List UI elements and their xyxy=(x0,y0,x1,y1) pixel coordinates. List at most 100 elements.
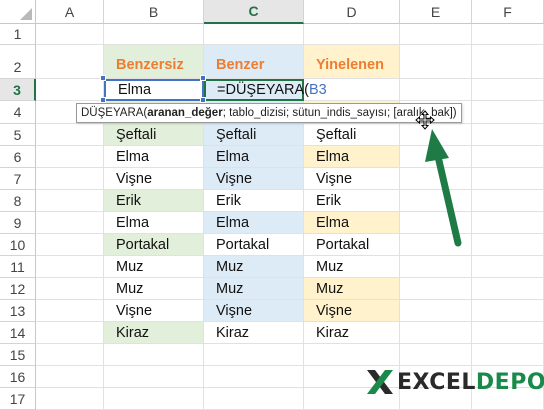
cell-b9[interactable]: Elma xyxy=(104,212,204,234)
row-header-12[interactable]: 12 xyxy=(0,278,36,300)
empty-cell[interactable] xyxy=(472,256,544,278)
empty-cell[interactable] xyxy=(36,344,104,366)
cell-c10[interactable]: Portakal xyxy=(204,234,304,256)
empty-cell[interactable] xyxy=(472,146,544,168)
empty-cell[interactable] xyxy=(204,24,304,45)
empty-cell[interactable] xyxy=(400,344,472,366)
empty-cell[interactable] xyxy=(36,212,104,234)
row-header-2[interactable]: 2 xyxy=(0,45,36,79)
empty-cell[interactable] xyxy=(400,79,472,101)
empty-cell[interactable] xyxy=(104,24,204,45)
empty-cell[interactable] xyxy=(204,366,304,388)
empty-cell[interactable] xyxy=(472,168,544,190)
cell-c9[interactable]: Elma xyxy=(204,212,304,234)
empty-cell[interactable] xyxy=(36,322,104,344)
empty-cell[interactable] xyxy=(36,168,104,190)
row-header-6[interactable]: 6 xyxy=(0,146,36,168)
empty-cell[interactable] xyxy=(36,24,104,45)
empty-cell[interactable] xyxy=(472,79,544,101)
cell-b10[interactable]: Portakal xyxy=(104,234,204,256)
empty-cell[interactable] xyxy=(204,344,304,366)
empty-cell[interactable] xyxy=(472,322,544,344)
empty-cell[interactable] xyxy=(36,366,104,388)
cell-c8[interactable]: Erik xyxy=(204,190,304,212)
cell-d6[interactable]: Elma xyxy=(304,146,400,168)
empty-cell[interactable] xyxy=(36,300,104,322)
empty-cell[interactable] xyxy=(400,146,472,168)
empty-cell[interactable] xyxy=(472,45,544,79)
empty-cell[interactable] xyxy=(304,344,400,366)
empty-cell[interactable] xyxy=(36,124,104,146)
column-header-d[interactable]: D xyxy=(304,0,400,24)
cell-d13[interactable]: Vişne xyxy=(304,300,400,322)
row-header-4[interactable]: 4 xyxy=(0,101,36,124)
header-benzersiz[interactable]: Benzersiz xyxy=(104,45,204,79)
empty-cell[interactable] xyxy=(36,388,104,410)
empty-cell[interactable] xyxy=(104,366,204,388)
empty-cell[interactable] xyxy=(36,45,104,79)
header-benzer[interactable]: Benzer xyxy=(204,45,304,79)
cell-c13[interactable]: Vişne xyxy=(204,300,304,322)
empty-cell[interactable] xyxy=(36,278,104,300)
row-header-3[interactable]: 3 xyxy=(0,79,36,101)
empty-cell[interactable] xyxy=(472,278,544,300)
empty-cell[interactable] xyxy=(36,234,104,256)
empty-cell[interactable] xyxy=(472,124,544,146)
row-header-9[interactable]: 9 xyxy=(0,212,36,234)
empty-cell[interactable] xyxy=(204,388,304,410)
row-header-13[interactable]: 13 xyxy=(0,300,36,322)
cell-c6[interactable]: Elma xyxy=(204,146,304,168)
column-header-f[interactable]: F xyxy=(472,0,544,24)
column-header-a[interactable]: A xyxy=(36,0,104,24)
cell-b8[interactable]: Erik xyxy=(104,190,204,212)
empty-cell[interactable] xyxy=(36,79,104,101)
row-header-15[interactable]: 15 xyxy=(0,344,36,366)
header-yinelenen[interactable]: Yinelenen xyxy=(304,45,400,79)
cell-c12[interactable]: Muz xyxy=(204,278,304,300)
empty-cell[interactable] xyxy=(400,168,472,190)
cell-b12[interactable]: Muz xyxy=(104,278,204,300)
column-header-e[interactable]: E xyxy=(400,0,472,24)
cell-b5[interactable]: Şeftali xyxy=(104,124,204,146)
cell-c7[interactable]: Vişne xyxy=(204,168,304,190)
empty-cell[interactable] xyxy=(36,256,104,278)
empty-cell[interactable] xyxy=(472,101,544,124)
cell-b11[interactable]: Muz xyxy=(104,256,204,278)
row-header-7[interactable]: 7 xyxy=(0,168,36,190)
empty-cell[interactable] xyxy=(400,322,472,344)
empty-cell[interactable] xyxy=(472,300,544,322)
empty-cell[interactable] xyxy=(400,124,472,146)
empty-cell[interactable] xyxy=(400,256,472,278)
empty-cell[interactable] xyxy=(400,278,472,300)
empty-cell[interactable] xyxy=(304,24,400,45)
function-argument-tooltip[interactable]: DÜŞEYARA(aranan_değer; tablo_dizisi; süt… xyxy=(76,103,462,123)
row-header-8[interactable]: 8 xyxy=(0,190,36,212)
cell-c3-formula-edit[interactable]: =DÜŞEYARA(B3 xyxy=(204,79,327,101)
empty-cell[interactable] xyxy=(400,45,472,79)
cell-b6[interactable]: Elma xyxy=(104,146,204,168)
range-handle-top-left[interactable] xyxy=(100,75,106,81)
row-header-5[interactable]: 5 xyxy=(0,124,36,146)
empty-cell[interactable] xyxy=(400,234,472,256)
empty-cell[interactable] xyxy=(472,24,544,45)
empty-cell[interactable] xyxy=(104,344,204,366)
cell-b3[interactable]: Elma xyxy=(104,79,204,101)
row-header-16[interactable]: 16 xyxy=(0,366,36,388)
tooltip-function-name[interactable]: DÜŞEYARA( xyxy=(81,107,147,119)
cell-d8[interactable]: Erik xyxy=(304,190,400,212)
cell-c14[interactable]: Kiraz xyxy=(204,322,304,344)
cell-d14[interactable]: Kiraz xyxy=(304,322,400,344)
row-header-17[interactable]: 17 xyxy=(0,388,36,410)
empty-cell[interactable] xyxy=(472,344,544,366)
cell-b13[interactable]: Vişne xyxy=(104,300,204,322)
cell-c11[interactable]: Muz xyxy=(204,256,304,278)
empty-cell[interactable] xyxy=(472,234,544,256)
cell-d5[interactable]: Şeftali xyxy=(304,124,400,146)
empty-cell[interactable] xyxy=(36,146,104,168)
row-header-11[interactable]: 11 xyxy=(0,256,36,278)
cell-b7[interactable]: Vişne xyxy=(104,168,204,190)
row-header-14[interactable]: 14 xyxy=(0,322,36,344)
empty-cell[interactable] xyxy=(472,190,544,212)
column-header-b[interactable]: B xyxy=(104,0,204,24)
cell-c5[interactable]: Şeftali xyxy=(204,124,304,146)
